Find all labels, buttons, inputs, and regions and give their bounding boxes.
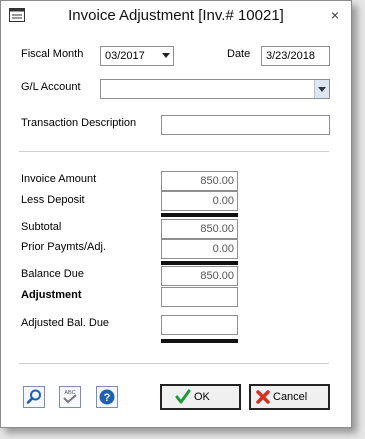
fiscal-month-select[interactable]: 03/2017 bbox=[100, 46, 174, 66]
help-icon: ? bbox=[99, 389, 115, 405]
total-rule bbox=[161, 261, 238, 265]
cancel-x-icon bbox=[256, 390, 270, 404]
spellcheck-caption: ABC bbox=[64, 390, 75, 396]
subtotal-field: 850.00 bbox=[161, 219, 238, 239]
gl-account-combo[interactable] bbox=[100, 79, 330, 99]
close-button[interactable]: × bbox=[327, 7, 343, 23]
transaction-description-label: Transaction Description bbox=[21, 117, 137, 129]
less-deposit-label: Less Deposit bbox=[21, 194, 85, 206]
prior-payments-label: Prior Paymts/Adj. bbox=[21, 241, 106, 253]
date-field[interactable]: 3/23/2018 bbox=[261, 46, 330, 66]
fiscal-month-label: Fiscal Month bbox=[21, 48, 84, 60]
check-icon bbox=[175, 389, 191, 404]
adjusted-balance-field bbox=[161, 315, 238, 335]
subtotal-label: Subtotal bbox=[21, 221, 62, 233]
chevron-down-icon bbox=[318, 87, 326, 92]
help-glyph: ? bbox=[104, 392, 111, 404]
divider bbox=[19, 363, 329, 364]
divider bbox=[19, 151, 329, 152]
transaction-description-field[interactable] bbox=[161, 115, 330, 135]
date-label: Date bbox=[227, 48, 251, 60]
search-icon bbox=[26, 389, 41, 404]
total-rule bbox=[161, 213, 238, 217]
balance-due-label: Balance Due bbox=[21, 268, 84, 280]
spellcheck-button[interactable]: ABC bbox=[59, 386, 81, 408]
invoice-adjustment-dialog: Invoice Adjustment [Inv.# 10021] × Fisca… bbox=[0, 0, 352, 428]
lookup-button[interactable] bbox=[23, 386, 45, 408]
title-bar: Invoice Adjustment [Inv.# 10021] × bbox=[1, 1, 351, 31]
help-button[interactable]: ? bbox=[96, 386, 118, 408]
gl-account-label: G/L Account bbox=[21, 81, 81, 93]
adjustment-label: Adjustment bbox=[21, 289, 82, 301]
total-rule bbox=[161, 339, 238, 343]
spellcheck-icon: ABC bbox=[63, 390, 77, 404]
invoice-amount-field: 850.00 bbox=[161, 171, 238, 191]
less-deposit-field: 0.00 bbox=[161, 191, 238, 211]
balance-due-field: 850.00 bbox=[161, 266, 238, 286]
cancel-label: Cancel bbox=[273, 391, 308, 403]
adjusted-balance-label: Adjusted Bal. Due bbox=[21, 317, 110, 329]
cancel-button[interactable]: Cancel bbox=[249, 384, 330, 410]
window-title: Invoice Adjustment [Inv.# 10021] bbox=[68, 7, 284, 24]
ok-label: OK bbox=[194, 391, 210, 403]
adjustment-field[interactable] bbox=[161, 287, 238, 307]
chevron-down-icon bbox=[162, 53, 170, 58]
prior-payments-field: 0.00 bbox=[161, 239, 238, 259]
fiscal-month-value: 03/2017 bbox=[105, 50, 145, 62]
gl-account-dropdown-button[interactable] bbox=[314, 80, 329, 98]
ok-button[interactable]: OK bbox=[160, 384, 241, 410]
invoice-amount-label: Invoice Amount bbox=[21, 173, 97, 185]
